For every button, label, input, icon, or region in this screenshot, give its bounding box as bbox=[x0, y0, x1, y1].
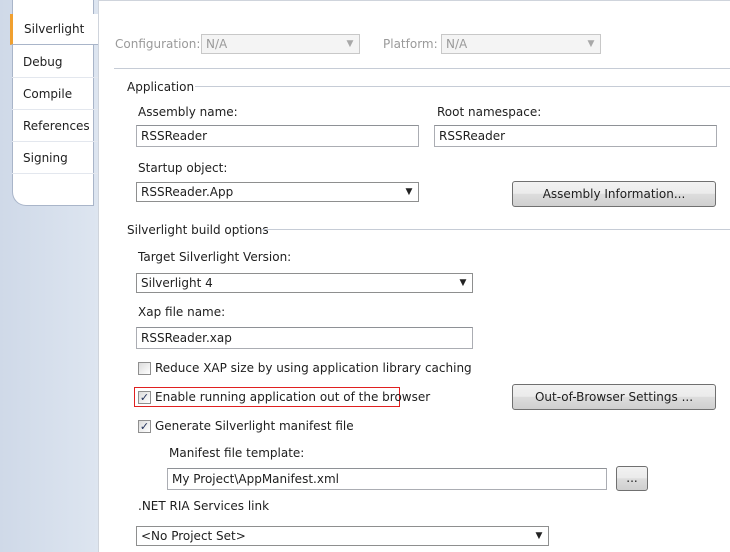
assembly-information-button[interactable]: Assembly Information... bbox=[512, 181, 716, 207]
build-options-section-line bbox=[262, 229, 730, 230]
chevron-down-icon: ▼ bbox=[535, 531, 543, 541]
manifest-checkbox[interactable]: ✓ bbox=[138, 420, 151, 433]
ria-services-select[interactable]: <No Project Set> ▼ bbox=[136, 526, 549, 546]
build-options-section-title: Silverlight build options bbox=[127, 223, 269, 237]
assembly-name-input[interactable]: RSSReader bbox=[136, 125, 419, 147]
header-divider bbox=[114, 68, 730, 69]
target-version-label: Target Silverlight Version: bbox=[138, 250, 292, 264]
root-namespace-input[interactable]: RSSReader bbox=[434, 125, 717, 147]
xap-file-input[interactable]: RSSReader.xap bbox=[136, 327, 473, 349]
checkmark-icon: ✓ bbox=[139, 420, 150, 433]
reduce-xap-label: Reduce XAP size by using application lib… bbox=[155, 361, 472, 375]
tab-silverlight[interactable]: Silverlight bbox=[10, 14, 100, 45]
tab-strip: Silverlight Debug Compile References Sig… bbox=[0, 0, 100, 552]
out-of-browser-settings-button[interactable]: Out-of-Browser Settings ... bbox=[512, 384, 716, 410]
platform-value: N/A bbox=[446, 37, 468, 51]
application-section-line bbox=[195, 86, 730, 87]
startup-object-value: RSSReader.App bbox=[141, 185, 234, 199]
browse-button[interactable]: ... bbox=[616, 466, 648, 491]
out-of-browser-checkbox[interactable]: ✓ bbox=[138, 391, 151, 404]
configuration-label: Configuration: bbox=[115, 37, 201, 51]
platform-label: Platform: bbox=[383, 37, 438, 51]
reduce-xap-checkbox[interactable] bbox=[138, 362, 151, 375]
target-version-value: Silverlight 4 bbox=[141, 276, 213, 290]
chevron-down-icon: ▼ bbox=[405, 187, 413, 197]
tab-compile[interactable]: Compile bbox=[12, 79, 98, 110]
xap-file-label: Xap file name: bbox=[138, 305, 226, 319]
chevron-down-icon: ▼ bbox=[587, 39, 595, 49]
project-properties-window: Silverlight Debug Compile References Sig… bbox=[0, 0, 730, 552]
chevron-down-icon: ▼ bbox=[459, 278, 467, 288]
target-version-select[interactable]: Silverlight 4 ▼ bbox=[136, 273, 473, 293]
configuration-value: N/A bbox=[206, 37, 228, 51]
checkmark-icon: ✓ bbox=[139, 391, 150, 404]
application-section-title: Application bbox=[127, 80, 195, 94]
platform-select[interactable]: N/A ▼ bbox=[441, 34, 601, 54]
assembly-name-label: Assembly name: bbox=[138, 105, 238, 119]
root-namespace-label: Root namespace: bbox=[437, 105, 542, 119]
ria-services-value: <No Project Set> bbox=[141, 529, 246, 543]
startup-object-select[interactable]: RSSReader.App ▼ bbox=[136, 182, 419, 202]
tab-debug[interactable]: Debug bbox=[12, 47, 98, 78]
chevron-down-icon: ▼ bbox=[346, 39, 354, 49]
out-of-browser-label: Enable running application out of the br… bbox=[155, 390, 431, 404]
manifest-template-label: Manifest file template: bbox=[169, 446, 305, 460]
tab-references[interactable]: References bbox=[12, 111, 98, 142]
manifest-label: Generate Silverlight manifest file bbox=[155, 419, 354, 433]
manifest-template-input[interactable]: My Project\AppManifest.xml bbox=[167, 468, 607, 490]
ria-services-label: .NET RIA Services link bbox=[138, 499, 270, 513]
startup-object-label: Startup object: bbox=[138, 161, 228, 175]
tab-signing[interactable]: Signing bbox=[12, 143, 98, 174]
configuration-select[interactable]: N/A ▼ bbox=[201, 34, 360, 54]
